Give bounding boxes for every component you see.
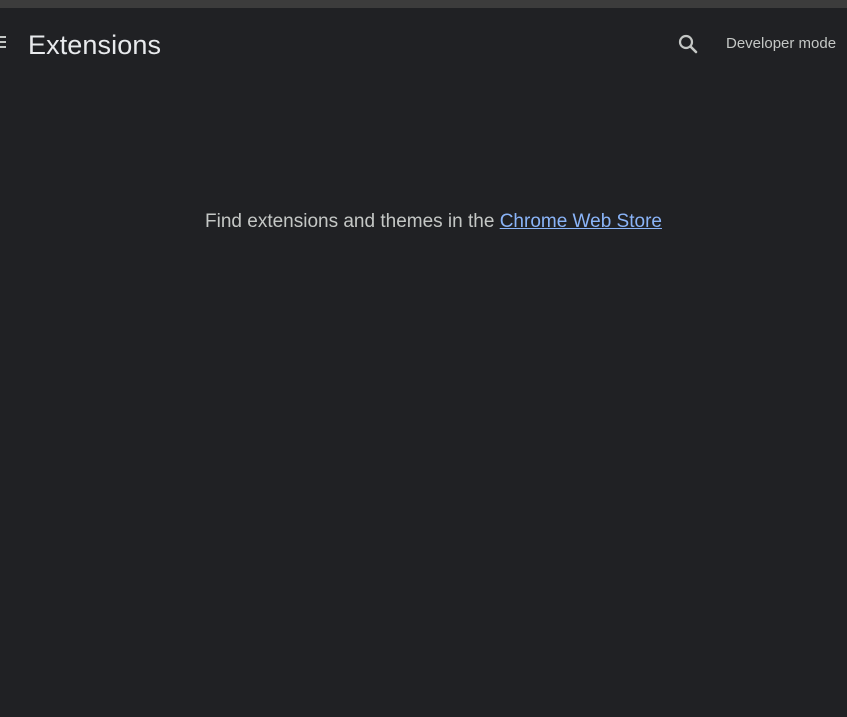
developer-mode-label[interactable]: Developer mode [726,34,836,54]
extensions-toolbar: Extensions Developer mode [0,8,847,80]
hamburger-menu-icon[interactable] [0,35,8,49]
empty-state-text: Find extensions and themes in the [205,211,500,232]
chrome-web-store-link[interactable]: Chrome Web Store [500,211,662,232]
search-icon [678,34,698,54]
search-button[interactable] [674,30,702,58]
window-top-border [0,0,847,8]
empty-state-message: Find extensions and themes in the Chrome… [0,209,847,235]
page-title: Extensions [28,30,162,60]
